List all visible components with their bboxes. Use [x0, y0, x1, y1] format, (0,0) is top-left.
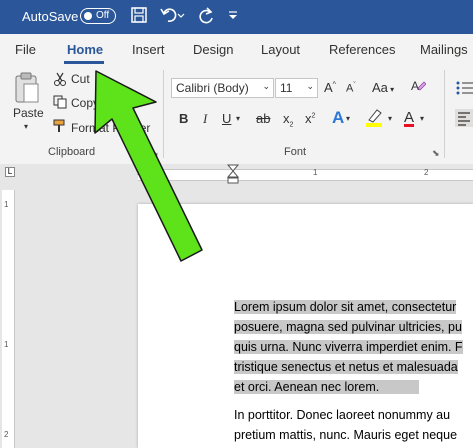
arrow-shape	[94, 70, 203, 262]
green-arrow-annotation	[94, 70, 203, 262]
